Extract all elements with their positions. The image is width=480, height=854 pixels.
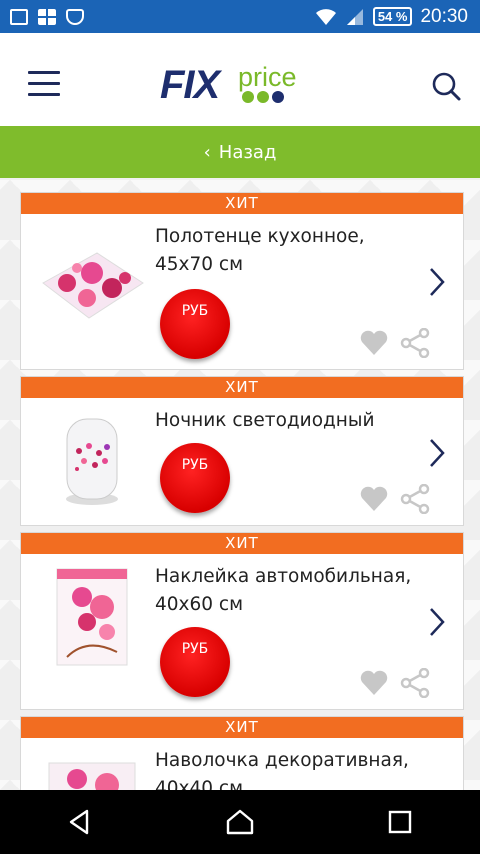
logo-price-text: price (238, 62, 297, 92)
status-bar: 54 % 20:30 (0, 0, 480, 33)
logo-dots (242, 91, 284, 103)
product-image-towel (42, 252, 144, 319)
windows-icon (38, 8, 56, 25)
product-card[interactable]: ХИТ Полотенце кухонное, 45х70 см РУБ (20, 192, 464, 370)
back-label: Назад (218, 141, 277, 163)
product-title: Наклейка автомобильная, 40х60 см (155, 566, 412, 615)
heart-icon[interactable] (360, 486, 388, 512)
app-header: FIX price (0, 33, 480, 126)
price-button[interactable]: РУБ (160, 289, 230, 359)
battery-indicator: 54 % (372, 7, 413, 26)
product-image-sticker (56, 568, 128, 666)
shield-icon (66, 8, 84, 25)
system-nav-bar (0, 790, 480, 854)
heart-icon[interactable] (360, 670, 388, 696)
nav-home-button[interactable] (210, 802, 270, 842)
back-icon (69, 809, 89, 835)
chevron-right-icon[interactable] (427, 267, 447, 297)
gallery-icon (10, 8, 28, 25)
back-button[interactable]: ‹ Назад (0, 126, 480, 178)
recents-icon (388, 810, 412, 834)
chevron-left-icon: ‹ (203, 141, 211, 163)
hit-badge: ХИТ (21, 717, 463, 738)
price-button[interactable]: РУБ (160, 443, 230, 513)
product-card[interactable]: ХИТ Наклейка автомобильная, 40х60 см РУБ (20, 532, 464, 710)
heart-icon[interactable] (360, 330, 388, 356)
price-button[interactable]: РУБ (160, 627, 230, 697)
product-title: Ночник светодиодный (155, 410, 375, 431)
menu-button[interactable] (28, 71, 60, 97)
chevron-right-icon[interactable] (427, 438, 447, 468)
hit-badge: ХИТ (21, 533, 463, 554)
nav-back-button[interactable] (50, 802, 110, 842)
hit-badge: ХИТ (21, 193, 463, 214)
chevron-right-icon[interactable] (427, 607, 447, 637)
menu-icon (28, 71, 60, 74)
share-icon[interactable] (400, 484, 430, 514)
logo-fix-text: FIX (160, 63, 220, 107)
share-icon[interactable] (400, 668, 430, 698)
nav-recents-button[interactable] (370, 802, 430, 842)
wifi-icon (315, 8, 336, 25)
clock: 20:30 (420, 5, 468, 27)
search-icon[interactable] (430, 71, 462, 103)
product-image-nightlight (66, 418, 118, 505)
signal-icon (346, 8, 363, 25)
share-icon[interactable] (400, 328, 430, 358)
hit-badge: ХИТ (21, 377, 463, 398)
fixprice-logo[interactable]: FIX price (160, 63, 325, 107)
product-title: Полотенце кухонное, 45х70 см (155, 226, 365, 275)
product-card[interactable]: ХИТ Ночник светодиодный РУБ (20, 376, 464, 526)
home-icon (226, 809, 254, 835)
